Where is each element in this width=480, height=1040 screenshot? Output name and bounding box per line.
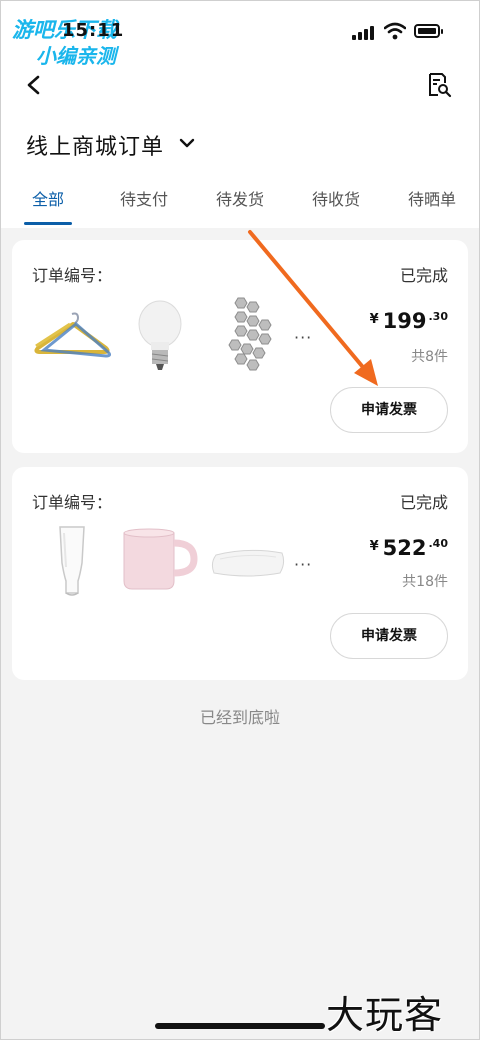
pink-mug-image[interactable] [120, 525, 198, 593]
watermark-bottom: 大玩客 [326, 993, 444, 1037]
light-bulb-image[interactable] [136, 298, 184, 374]
beer-glass-image[interactable] [54, 523, 90, 599]
clothes-hanger-image[interactable] [32, 310, 112, 362]
order-status: 已完成 [399, 266, 448, 285]
order-tabs: 全部 待支付 待发货 待收货 待晒单 [0, 186, 480, 226]
request-invoice-button[interactable]: 申请发票 [330, 613, 448, 659]
order-status: 已完成 [399, 493, 448, 512]
order-card[interactable]: 订单编号： 已完成 ··· ¥199 .30 共8件 申请发票 [12, 240, 468, 453]
order-price: ¥522.40 [369, 536, 448, 560]
battery-icon [414, 24, 443, 38]
tab-pending-shipment[interactable]: 待发货 [216, 186, 264, 210]
order-number-label: 订单编号： [32, 266, 113, 285]
item-count: 共18件 [402, 574, 448, 590]
chevron-down-icon[interactable] [178, 136, 196, 150]
page-title[interactable]: 线上商城订单 [26, 129, 164, 161]
home-indicator[interactable] [155, 1023, 325, 1029]
end-of-list-text: 已经到底啦 [199, 708, 280, 727]
hexagon-tiles-image[interactable] [228, 296, 272, 376]
request-invoice-button[interactable]: 申请发票 [330, 387, 448, 433]
item-count: 共8件 [411, 349, 448, 365]
order-search-icon[interactable] [426, 72, 452, 98]
back-arrow-icon[interactable] [24, 74, 44, 96]
more-items-indicator: ··· [294, 328, 313, 347]
wifi-icon [384, 22, 406, 40]
status-time: 15:11 [62, 20, 125, 41]
watermark-top-line2: 小编亲测 [36, 44, 116, 68]
tab-pending-review[interactable]: 待晒单 [408, 186, 456, 210]
tab-all[interactable]: 全部 [32, 186, 64, 210]
order-card[interactable]: 订单编号： 已完成 ··· ¥522.40 共18件 申请发票 [12, 467, 468, 680]
pillow-image[interactable] [210, 545, 286, 579]
tab-pending-payment[interactable]: 待支付 [120, 186, 168, 210]
more-items-indicator: ··· [294, 555, 313, 574]
order-price: ¥199.30 [369, 309, 448, 333]
active-tab-indicator [24, 222, 72, 225]
order-number-label: 订单编号： [32, 493, 113, 512]
cellular-signal-icon [352, 26, 374, 40]
tab-pending-receipt[interactable]: 待收货 [312, 186, 360, 210]
